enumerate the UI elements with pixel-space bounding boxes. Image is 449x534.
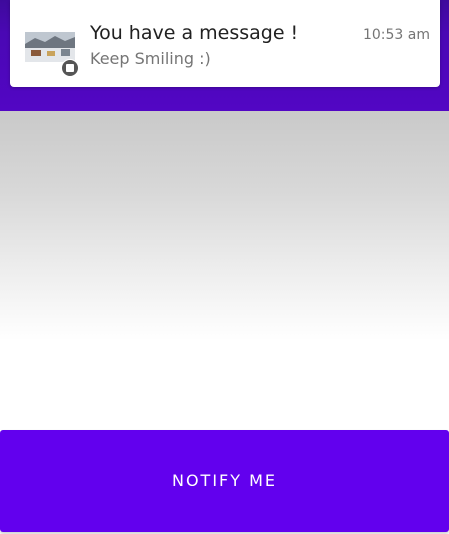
screen: You have a message ! Keep Smiling :) 10:… <box>0 0 449 534</box>
notification-time: 10:53 am <box>362 27 430 43</box>
notify-me-button[interactable]: NOTIFY ME <box>0 430 449 532</box>
notification-text: Keep Smiling :) <box>90 49 211 68</box>
notification-shade-scrim <box>0 111 449 341</box>
notification-title: You have a message ! <box>90 22 299 44</box>
notification-small-icon <box>61 59 79 77</box>
notification-large-icon <box>25 32 75 62</box>
notification-card[interactable]: You have a message ! Keep Smiling :) 10:… <box>10 0 440 87</box>
